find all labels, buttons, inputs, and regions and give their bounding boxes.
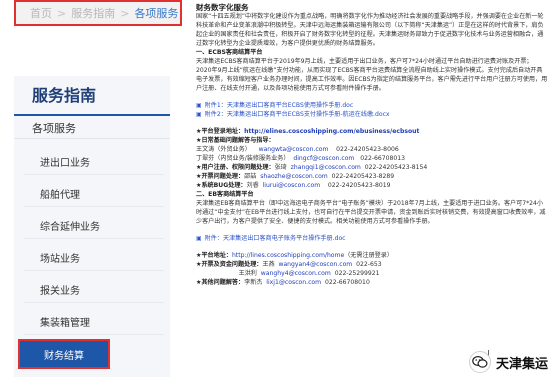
invoice-email-link[interactable]: shaozhe@coscon.com: [260, 173, 328, 180]
login-url-link[interactable]: http://elines.coscoshipping.com/ebusines…: [244, 128, 419, 135]
watermark: 天津集运: [468, 351, 548, 373]
other-phone: 022-66708010: [324, 279, 370, 286]
breadcrumb-home[interactable]: 首页: [30, 5, 52, 21]
content-title: 财务数字化服务: [196, 3, 249, 12]
contact-name: 丁翠芬（内贸业务/装修服务业务）: [196, 155, 290, 162]
contact-row: 王文涛（外贸业务） wangwta@coscon.com 022-2420542…: [196, 145, 548, 154]
watermark-text: 天津集运: [495, 356, 548, 372]
main-content: 财务数字化服务 国家“十四五规划”中将数字化建设作为重点战略，明确将数字化作为推…: [196, 3, 548, 377]
contact-phone: 022-25299921: [334, 270, 380, 277]
login-label: ★平台登录地址：: [196, 128, 245, 135]
contact-email-link[interactable]: wanghy4@coscon.com: [261, 270, 331, 277]
attachment-link[interactable]: 附件2：天津集运出口客商平台ECBS支付操作手册-航运在线缴.docx: [205, 111, 390, 118]
sidebar: 服务指南 各项服务 进出口业务 船舶代理 综合延伸业务 场站业务 报关业务 集装…: [14, 76, 170, 377]
sidebar-item-ship-agency[interactable]: 船舶代理: [40, 186, 160, 201]
sidebar-category-divider: [14, 138, 170, 139]
url-note: （无需注册登录）: [344, 252, 393, 259]
invoice-phone: 022-653: [356, 261, 382, 268]
auth-email-link[interactable]: zhangqi1@coscon.com: [291, 164, 361, 171]
breadcrumb: 首页 > 服务指南 > 各项服务: [14, 0, 182, 26]
sidebar-title: 服务指南: [32, 86, 97, 105]
contact-name: 王洪利: [238, 270, 257, 277]
section2-contact-row: 王洪利 wanghy4@coscon.com 022-25299921: [196, 269, 548, 278]
sidebar-divider: [24, 270, 164, 271]
bug-row: ★系统BUG处理：刘睿 liurui@coscon.com 022-242054…: [196, 182, 391, 189]
auth-row: ★用户注册、权限问题处理：张琦 zhangqi1@coscon.com 022-…: [196, 164, 428, 171]
contact-row: 丁翠芬（内贸业务/装修服务业务） dingcf@coscon.com 022-6…: [196, 154, 548, 163]
sidebar-item-customs[interactable]: 报关业务: [40, 282, 160, 297]
document-icon: ▣: [196, 102, 202, 109]
breadcrumb-service-guide[interactable]: 服务指南: [71, 5, 115, 21]
contact-phone: 022-24205423-8006: [336, 146, 399, 153]
breadcrumb-separator: >: [57, 6, 67, 20]
section1-body: 天津集运ECBS客商结算平台于2019年9月上线，主要适用于出口业务，客户可7*…: [196, 58, 548, 92]
sidebar-item-container-mgmt[interactable]: 集装箱管理: [40, 314, 160, 329]
section2-heading: 二、EB客商结算平台: [196, 191, 254, 198]
section1-login-row: ★平台登录地址：http://elines.coscoshipping.com/…: [196, 127, 548, 136]
section2-other-row: ★其他问题解答：李新杰 lixj1@coscon.com 022-6670801…: [196, 279, 370, 286]
document-icon: ▣: [196, 111, 202, 118]
contact-phone: 022-66708013: [360, 155, 406, 162]
invoice-name: 王燕: [262, 261, 275, 268]
sidebar-item-extended-services[interactable]: 综合延伸业务: [40, 218, 160, 233]
section2-attachment[interactable]: ▣ 附件：天津集运出口客商电子账务平台操作手册.doc: [196, 234, 548, 243]
wechat-icon: [468, 351, 491, 373]
bug-name: 刘睿: [246, 182, 259, 189]
bug-email-link[interactable]: liurui@coscon.com: [263, 182, 321, 189]
sidebar-item-yard[interactable]: 场站业务: [40, 250, 160, 265]
document-icon: ▣: [196, 235, 202, 242]
attachment-link[interactable]: 附件1：天津集运出口客商平台ECBS使用操作手册.doc: [205, 102, 354, 109]
content-intro: 国家“十四五规划”中将数字化建设作为重点战略，明确将数字化作为推动经济社会发展的…: [196, 13, 544, 47]
section2-url-row: ★平台地址：http://lines.coscoshipping.com/hom…: [196, 252, 393, 259]
other-email-link[interactable]: lixj1@coscon.com: [266, 279, 321, 286]
sidebar-title-divider: [14, 114, 170, 116]
section1-attachment-2[interactable]: ▣ 附件2：天津集运出口客商平台ECBS支付操作手册-航运在线缴.docx: [196, 110, 548, 119]
platform-url-link[interactable]: http://lines.coscoshipping.com/home: [232, 252, 344, 259]
section1-heading: 一、ECBS客商结算平台: [196, 49, 263, 56]
section2-invoice-row: ★开票及资金问题处理：王燕 wangyan4@coscon.com 022-65…: [196, 261, 382, 268]
sidebar-item-import-export[interactable]: 进出口业务: [40, 154, 160, 169]
sidebar-divider: [24, 334, 164, 335]
contact-name: 王文涛（外贸业务）: [196, 146, 251, 153]
section1-attachment-1[interactable]: ▣ 附件1：天津集运出口客商平台ECBS使用操作手册.doc: [196, 101, 548, 110]
sidebar-divider: [24, 302, 164, 303]
bug-phone: 022-24205423-8019: [327, 182, 391, 189]
auth-phone: 022-24205423-8154: [364, 164, 428, 171]
breadcrumb-current[interactable]: 各项服务: [134, 5, 178, 21]
contact-email-link[interactable]: wangwta@coscon.com: [259, 146, 329, 153]
section2-body: 天津集运EB客商结算平台（即中远海运电子商务平台“电子账务”模块）于2018年7…: [196, 200, 546, 225]
section1-contacts-label: ★日常基础问题解答与指导：: [196, 137, 275, 144]
sidebar-divider: [24, 206, 164, 207]
sidebar-category[interactable]: 各项服务: [32, 120, 76, 136]
invoice-phone: 022-24205423-8289: [331, 173, 395, 180]
attachment-link[interactable]: 附件：天津集运出口客商电子账务平台操作手册.doc: [205, 235, 346, 242]
sidebar-divider: [24, 174, 164, 175]
auth-name: 张琦: [274, 164, 287, 171]
invoice-row: ★开票问题处理：邵喆 shaozhe@coscon.com 022-242054…: [196, 173, 395, 180]
breadcrumb-separator: >: [120, 6, 130, 20]
contact-email-link[interactable]: dingcf@coscon.com: [293, 155, 354, 162]
invoice-email-link[interactable]: wangyan4@coscon.com: [278, 261, 352, 268]
other-name: 李新杰: [244, 279, 263, 286]
invoice-name: 邵喆: [244, 173, 257, 180]
sidebar-item-finance[interactable]: 财务结算: [18, 339, 110, 369]
sidebar-divider: [24, 238, 164, 239]
